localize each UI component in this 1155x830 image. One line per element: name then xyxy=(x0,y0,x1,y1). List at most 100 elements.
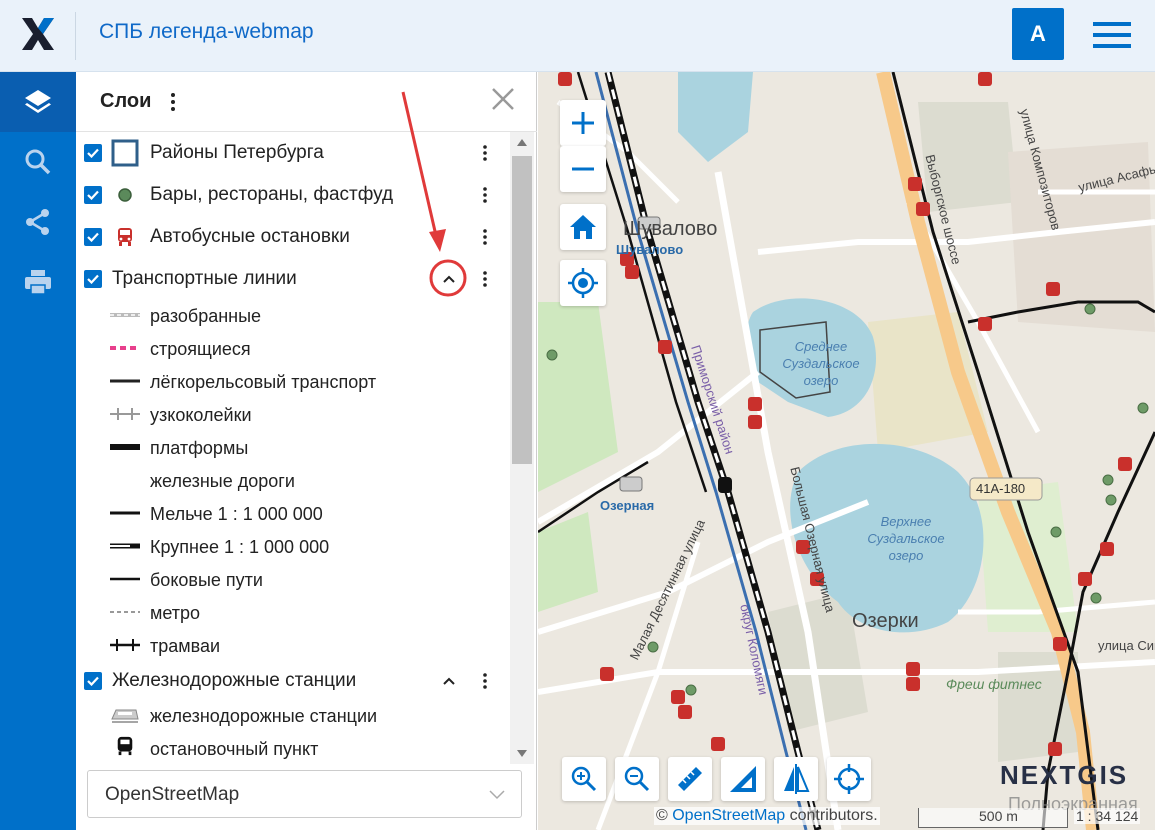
panel-menu-icon[interactable] xyxy=(170,92,176,112)
map-label-ozerki: Озерки xyxy=(852,610,919,632)
layer-row-bars[interactable]: Бары, рестораны, фастфуд xyxy=(76,178,512,212)
legend-symbol-tram xyxy=(110,639,140,651)
sidebar xyxy=(0,72,76,830)
legend-symbol-sidings xyxy=(110,577,140,581)
layer-menu-icon[interactable] xyxy=(482,270,488,288)
layer-checkbox[interactable] xyxy=(84,144,102,162)
legend-label: строящиеся xyxy=(150,339,251,359)
legend-label: Мельче 1 : 1 000 000 xyxy=(150,504,323,524)
layer-menu-icon[interactable] xyxy=(482,144,488,162)
ruler-icon xyxy=(678,767,702,791)
layer-tree-scrollbar[interactable] xyxy=(510,132,534,764)
map-label-fitness: Фреш фитнес xyxy=(946,676,1042,692)
legend-label: лёгкорельсовый транспорт xyxy=(150,372,377,392)
panel-title: Слои xyxy=(100,90,152,112)
app-title[interactable]: СПБ легенда-webmap xyxy=(99,20,314,44)
layer-checkbox[interactable] xyxy=(84,270,102,288)
attribution-prefix: © xyxy=(656,807,673,824)
measure-distance-button[interactable] xyxy=(668,757,712,801)
layer-label: Районы Петербурга xyxy=(150,142,324,163)
scroll-up-arrow-icon[interactable] xyxy=(517,138,527,146)
chevron-down-icon xyxy=(489,790,505,800)
share-icon xyxy=(26,209,49,235)
map-label-shuvalovo: Шувалово xyxy=(623,218,718,240)
layer-row-transport-lines[interactable]: Транспортные линии xyxy=(76,262,512,296)
map-label-middle-lake: Среднее Суздальское озеро xyxy=(782,339,860,388)
layer-menu-icon[interactable] xyxy=(482,186,488,204)
legend-label: разобранные xyxy=(150,306,262,326)
home-icon xyxy=(570,215,596,239)
legend-symbol-light-rail xyxy=(110,379,140,383)
legend-label: узкоколейки xyxy=(150,405,252,425)
layers-panel: Слои Районы Петербурга Бары, рестораны, … xyxy=(76,72,537,830)
home-extent-button[interactable] xyxy=(560,204,606,250)
print-tab-button[interactable] xyxy=(0,252,76,312)
panel-header: Слои xyxy=(76,72,537,132)
legend-symbol-large-scale xyxy=(110,543,140,549)
legend-label: трамваи xyxy=(150,636,221,656)
layer-label: Автобусные остановки xyxy=(150,226,350,247)
layers-tab-button[interactable] xyxy=(0,72,76,132)
map-canvas[interactable] xyxy=(538,72,1155,830)
legend-label: железные дороги xyxy=(150,471,295,491)
legend-symbol-small-scale xyxy=(110,511,140,515)
legend-label: платформы xyxy=(150,438,249,458)
scale-ratio: 1 : 34 124 xyxy=(1074,808,1141,824)
legend-symbol-platforms xyxy=(110,444,140,450)
zoom-out-button[interactable] xyxy=(560,146,606,192)
layer-checkbox[interactable] xyxy=(84,672,102,690)
map-label-shuvalovo-station: Шувалово xyxy=(616,242,684,257)
train-station-icon xyxy=(111,709,139,723)
layer-menu-icon[interactable] xyxy=(482,672,488,690)
zoom-out-tool-button[interactable] xyxy=(615,757,659,801)
basemap-selected-value: OpenStreetMap xyxy=(105,784,240,805)
legend-symbol-dismantled xyxy=(110,313,140,317)
bus-stop-icon xyxy=(118,228,132,246)
chevron-up-icon[interactable] xyxy=(441,673,457,689)
layer-label: Железнодорожные станции xyxy=(112,670,357,691)
share-tab-button[interactable] xyxy=(0,192,76,252)
legend-label: метро xyxy=(150,603,201,623)
layer-checkbox[interactable] xyxy=(84,228,102,246)
layer-menu-icon[interactable] xyxy=(482,228,488,246)
split-compare-icon xyxy=(784,764,810,794)
layer-row-bus-stops[interactable]: Автобусные остановки xyxy=(76,220,512,254)
scale-bar: 500 m xyxy=(918,808,1068,828)
scroll-down-arrow-icon[interactable] xyxy=(517,750,527,758)
osm-attribution-link[interactable]: OpenStreetMap xyxy=(672,807,785,824)
header-divider xyxy=(75,12,76,60)
user-avatar-button[interactable]: A xyxy=(1012,8,1064,60)
identify-coordinates-button[interactable] xyxy=(827,757,871,801)
locate-button[interactable] xyxy=(560,260,606,306)
map-attribution: © OpenStreetMap contributors. xyxy=(654,807,880,825)
map-label-ozernaya-station: Озерная xyxy=(600,498,655,513)
swipe-compare-button[interactable] xyxy=(774,757,818,801)
zoom-out-magnifier-icon xyxy=(624,766,650,792)
chevron-up-icon[interactable] xyxy=(441,271,457,287)
hamburger-menu-icon[interactable] xyxy=(1093,22,1131,48)
map-label-route-shield: 41А-180 xyxy=(976,481,1026,496)
layer-tree: Районы Петербурга Бары, рестораны, фастф… xyxy=(76,132,512,764)
search-icon xyxy=(25,149,51,175)
scrollbar-thumb[interactable] xyxy=(512,156,532,464)
zoom-in-button[interactable] xyxy=(560,100,606,146)
nextgis-brand-logo[interactable]: NEXTGIS xyxy=(1000,760,1128,791)
map-view[interactable]: Шувалово Шувалово Озерная Озерки Среднее… xyxy=(538,72,1155,830)
layers-icon xyxy=(25,90,51,113)
layer-checkbox[interactable] xyxy=(84,186,102,204)
layer-row-rail-stations[interactable]: Железнодорожные станции xyxy=(76,664,512,698)
app-header: СПБ легенда-webmap A xyxy=(0,0,1155,72)
layer-label: Бары, рестораны, фастфуд xyxy=(150,184,394,205)
nextgis-logo-icon[interactable] xyxy=(18,14,58,54)
zoom-in-magnifier-icon xyxy=(571,766,597,792)
close-icon[interactable] xyxy=(490,86,516,112)
district-polygon-icon xyxy=(111,139,139,167)
legend-symbol-metro xyxy=(110,611,140,613)
basemap-select[interactable]: OpenStreetMap xyxy=(87,770,522,818)
legend-label: боковые пути xyxy=(150,570,263,590)
measure-area-button[interactable] xyxy=(721,757,765,801)
search-tab-button[interactable] xyxy=(0,132,76,192)
zoom-in-tool-button[interactable] xyxy=(562,757,606,801)
map-label-sikeyrosa-street: улица Сике xyxy=(1098,638,1155,653)
layer-row-districts[interactable]: Районы Петербурга xyxy=(76,136,512,170)
